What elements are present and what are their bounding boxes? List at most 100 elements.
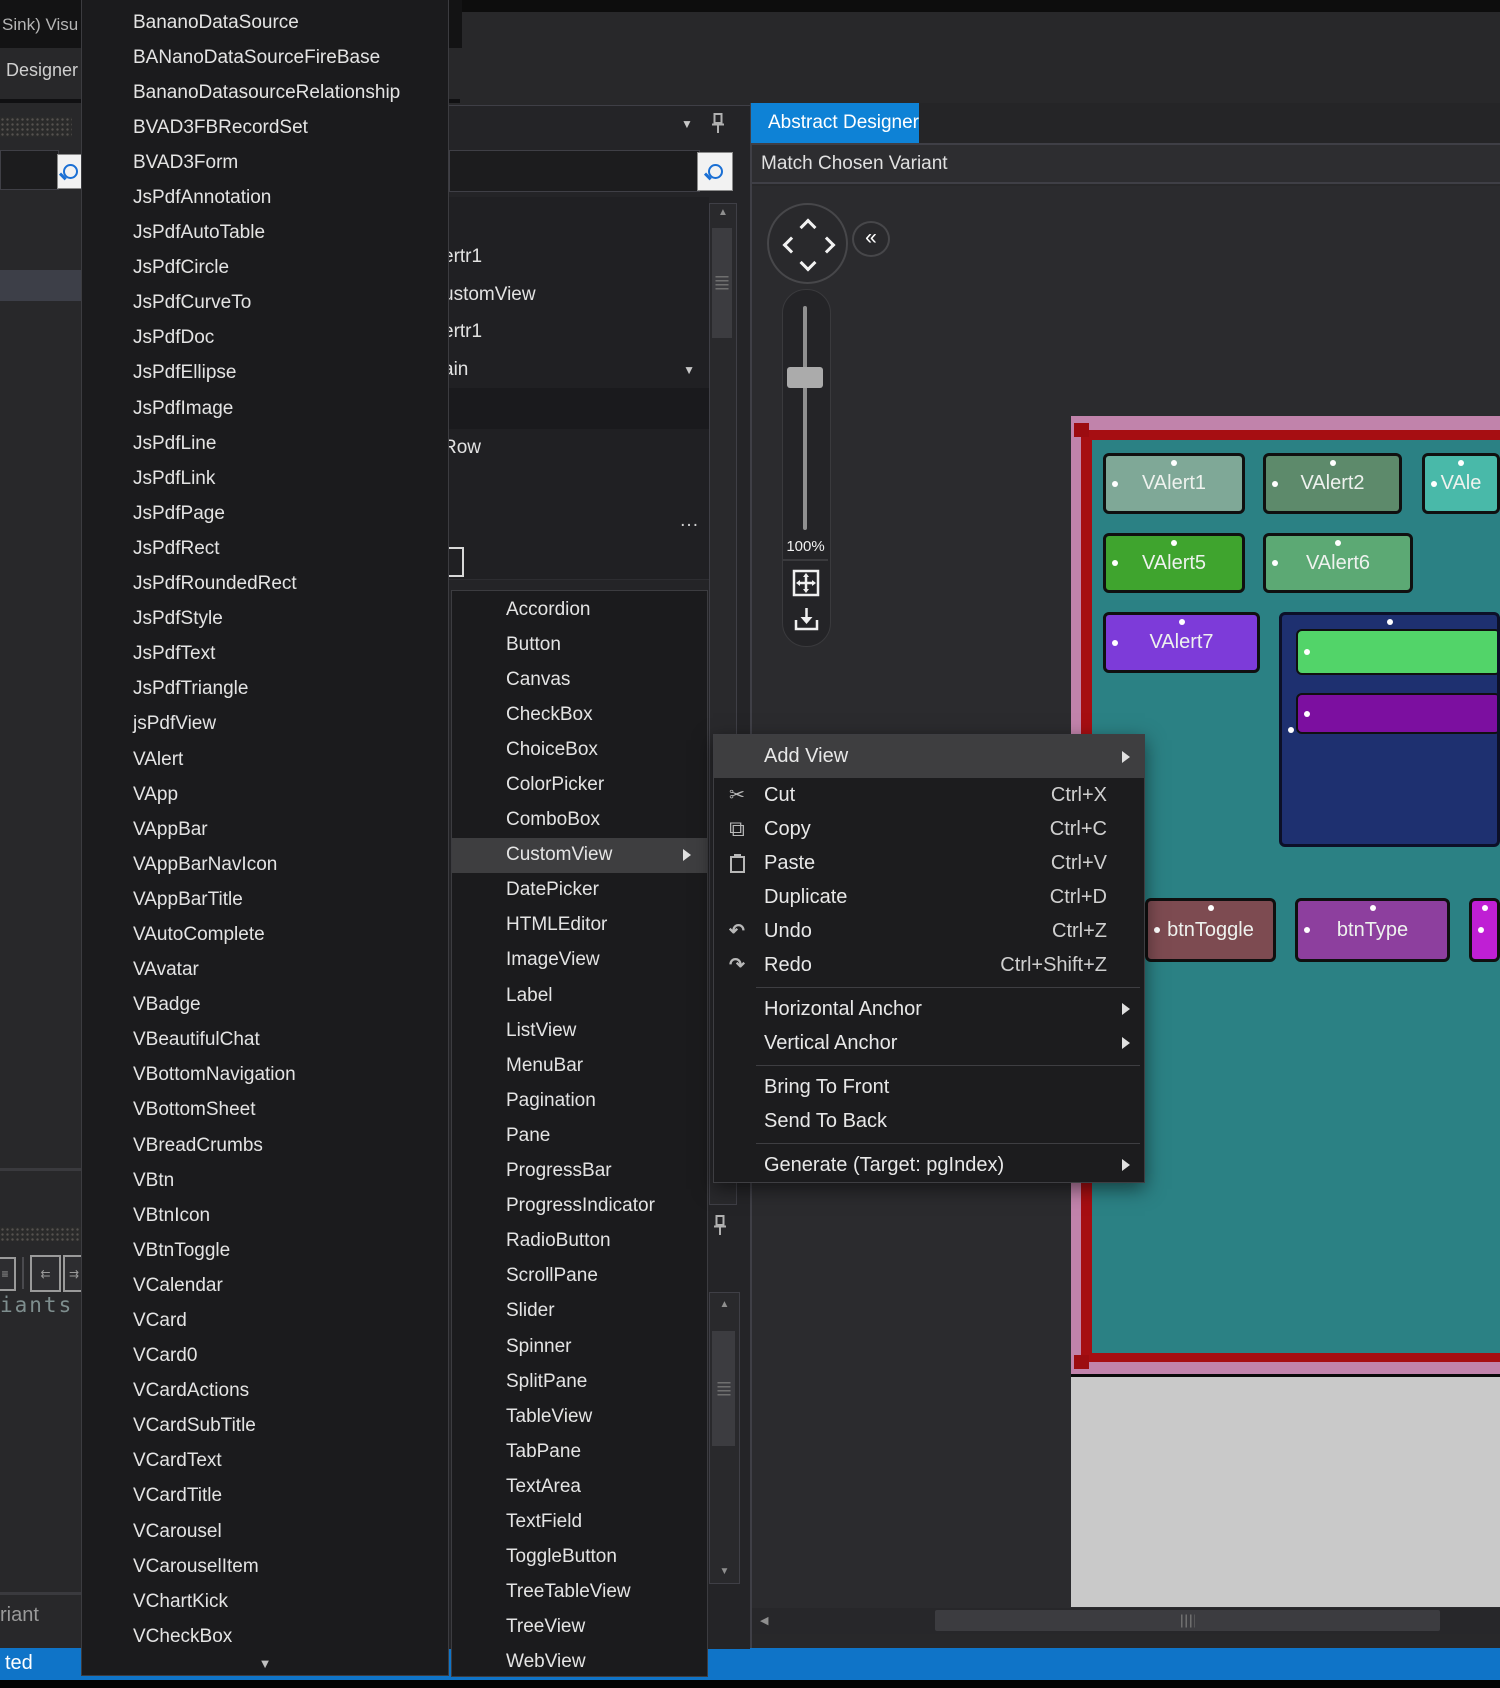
- widget-menu-item[interactable]: JsPdfRect: [82, 531, 448, 566]
- widget-menu-item[interactable]: VChartKick: [82, 1584, 448, 1619]
- context-menu-item[interactable]: Undo Ctrl+Z: [714, 914, 1144, 948]
- widget-valert5[interactable]: VAlert5: [1103, 533, 1245, 593]
- widget-menu-item[interactable]: VBtn: [82, 1163, 448, 1198]
- widget-menu-item[interactable]: BANanoDataSourceFireBase: [82, 40, 448, 75]
- view-submenu-item[interactable]: TableView: [452, 1399, 707, 1434]
- variant-bar[interactable]: Match Chosen Variant: [752, 145, 1500, 184]
- scroll-up-icon[interactable]: ▲: [710, 207, 736, 218]
- view-submenu-item[interactable]: WebView: [452, 1645, 707, 1680]
- tree-selected-row[interactable]: [0, 270, 81, 301]
- widget-menu-item[interactable]: JsPdfDoc: [82, 321, 448, 356]
- pane-scrollbar[interactable]: ▲ ▼: [709, 1292, 740, 1584]
- widget-valert2[interactable]: VAlert2: [1263, 453, 1402, 514]
- widget-menu-item[interactable]: JsPdfText: [82, 637, 448, 672]
- view-submenu-item[interactable]: ColorPicker: [452, 767, 707, 802]
- widget-valert1[interactable]: VAlert1: [1103, 453, 1245, 514]
- widget-menu-item[interactable]: JsPdfAnnotation: [82, 180, 448, 215]
- pan-right-icon[interactable]: [819, 237, 836, 254]
- context-menu-item[interactable]: Cut Ctrl+X: [714, 778, 1144, 812]
- widget-btntype[interactable]: btnType: [1295, 898, 1450, 962]
- context-menu-item[interactable]: Add View: [714, 735, 1144, 778]
- widget-valert6[interactable]: VAlert6: [1263, 533, 1413, 593]
- widget-menu-item[interactable]: VCheckBox: [82, 1619, 448, 1654]
- widget-menu-item[interactable]: VCardActions: [82, 1374, 448, 1409]
- widget-menu-item[interactable]: JsPdfRoundedRect: [82, 567, 448, 602]
- export-download-icon[interactable]: [793, 606, 820, 632]
- widget-menu-item[interactable]: JsPdfCircle: [82, 251, 448, 286]
- widget-magenta-button[interactable]: [1469, 898, 1500, 962]
- widget-menu-item[interactable]: VBeautifulChat: [82, 1023, 448, 1058]
- scroll-left-icon[interactable]: ◀: [760, 1614, 768, 1627]
- widget-menu-item[interactable]: VBottomNavigation: [82, 1058, 448, 1093]
- search-button[interactable]: [57, 154, 83, 189]
- pin-icon[interactable]: [713, 1214, 727, 1238]
- view-submenu-item[interactable]: DatePicker: [452, 873, 707, 908]
- widget-purple-bar[interactable]: [1296, 693, 1500, 734]
- widget-valert7[interactable]: VAlert7: [1103, 612, 1260, 673]
- scroll-down-icon[interactable]: ▼: [710, 1566, 739, 1577]
- property-row[interactable]: ertr1: [449, 237, 709, 277]
- widget-menu-item[interactable]: VCardText: [82, 1444, 448, 1479]
- variant-tab-label[interactable]: riant: [0, 1604, 39, 1627]
- context-menu-item[interactable]: Horizontal Anchor: [714, 992, 1144, 1026]
- view-submenu-item[interactable]: TreeTableView: [452, 1575, 707, 1610]
- context-menu-item[interactable]: [714, 982, 1144, 992]
- view-submenu-item[interactable]: CustomView: [452, 838, 707, 873]
- pan-control[interactable]: [767, 203, 848, 284]
- properties-search-button[interactable]: [697, 152, 733, 191]
- view-submenu-item[interactable]: TabPane: [452, 1434, 707, 1469]
- property-row[interactable]: [449, 388, 709, 430]
- ellipsis-button[interactable]: ...: [680, 510, 699, 532]
- view-submenu-item[interactable]: Canvas: [452, 662, 707, 697]
- widget-menu-item[interactable]: VBtnToggle: [82, 1233, 448, 1268]
- view-submenu-item[interactable]: TreeView: [452, 1610, 707, 1645]
- widget-menu-item[interactable]: VCalendar: [82, 1268, 448, 1303]
- widget-menu-item[interactable]: JsPdfCurveTo: [82, 286, 448, 321]
- view-submenu-item[interactable]: ToggleButton: [452, 1540, 707, 1575]
- search-input[interactable]: [0, 150, 59, 190]
- properties-search-input[interactable]: [449, 150, 700, 192]
- resize-handle[interactable]: [1074, 1355, 1089, 1369]
- scrollbar-thumb[interactable]: [712, 1331, 735, 1446]
- collapse-button[interactable]: «: [852, 221, 890, 257]
- scrollbar-thumb[interactable]: [712, 228, 732, 338]
- widget-btntoggle[interactable]: btnToggle: [1145, 898, 1276, 962]
- widget-menu-item[interactable]: VAvatar: [82, 953, 448, 988]
- widget-menu-item[interactable]: VCard: [82, 1303, 448, 1338]
- view-submenu-item[interactable]: ProgressBar: [452, 1154, 707, 1189]
- widget-menu-item[interactable]: VAutoComplete: [82, 917, 448, 952]
- pan-up-icon[interactable]: [800, 219, 817, 236]
- scrollbar-thumb[interactable]: [935, 1610, 1440, 1631]
- view-submenu-item[interactable]: Slider: [452, 1294, 707, 1329]
- property-row[interactable]: ertr1: [449, 313, 709, 352]
- view-submenu-item[interactable]: ImageView: [452, 943, 707, 978]
- widget-menu-item[interactable]: VCarouselItem: [82, 1549, 448, 1584]
- menu-scroll-down-icon[interactable]: ▼: [82, 1656, 448, 1671]
- fit-move-icon[interactable]: [792, 569, 820, 597]
- context-menu-item[interactable]: Generate (Target: pgIndex): [714, 1148, 1144, 1182]
- zoom-slider-thumb[interactable]: [787, 367, 823, 388]
- widget-menu-item[interactable]: BananoDatasourceRelationship: [82, 75, 448, 110]
- context-menu-item[interactable]: Paste Ctrl+V: [714, 846, 1144, 880]
- property-row-checkbox[interactable]: [449, 543, 709, 580]
- property-row-ellipsis[interactable]: ...: [449, 506, 709, 544]
- view-submenu-item[interactable]: TextArea: [452, 1469, 707, 1504]
- context-menu-item[interactable]: [714, 1138, 1144, 1148]
- widget-menu-item[interactable]: VAlert: [82, 742, 448, 777]
- context-menu-item[interactable]: [714, 1060, 1144, 1070]
- widget-menu-item[interactable]: VBottomSheet: [82, 1093, 448, 1128]
- widget-menu-item[interactable]: VBreadCrumbs: [82, 1128, 448, 1163]
- view-submenu-item[interactable]: Spinner: [452, 1329, 707, 1364]
- pin-icon[interactable]: [711, 112, 725, 136]
- toolbar-list-icon[interactable]: ≡: [0, 1257, 16, 1291]
- widget-menu-item[interactable]: VCard0: [82, 1339, 448, 1374]
- widget-menu-item[interactable]: JsPdfAutoTable: [82, 216, 448, 251]
- view-submenu-item[interactable]: RadioButton: [452, 1224, 707, 1259]
- widget-menu-item[interactable]: JsPdfTriangle: [82, 672, 448, 707]
- widget-menu-item[interactable]: BVAD3FBRecordSet: [82, 110, 448, 145]
- view-submenu-item[interactable]: CheckBox: [452, 697, 707, 732]
- view-submenu-item[interactable]: MenuBar: [452, 1048, 707, 1083]
- view-submenu-item[interactable]: ChoiceBox: [452, 732, 707, 767]
- widget-menu-item[interactable]: VAppBar: [82, 812, 448, 847]
- widget-pane[interactable]: [1279, 612, 1500, 847]
